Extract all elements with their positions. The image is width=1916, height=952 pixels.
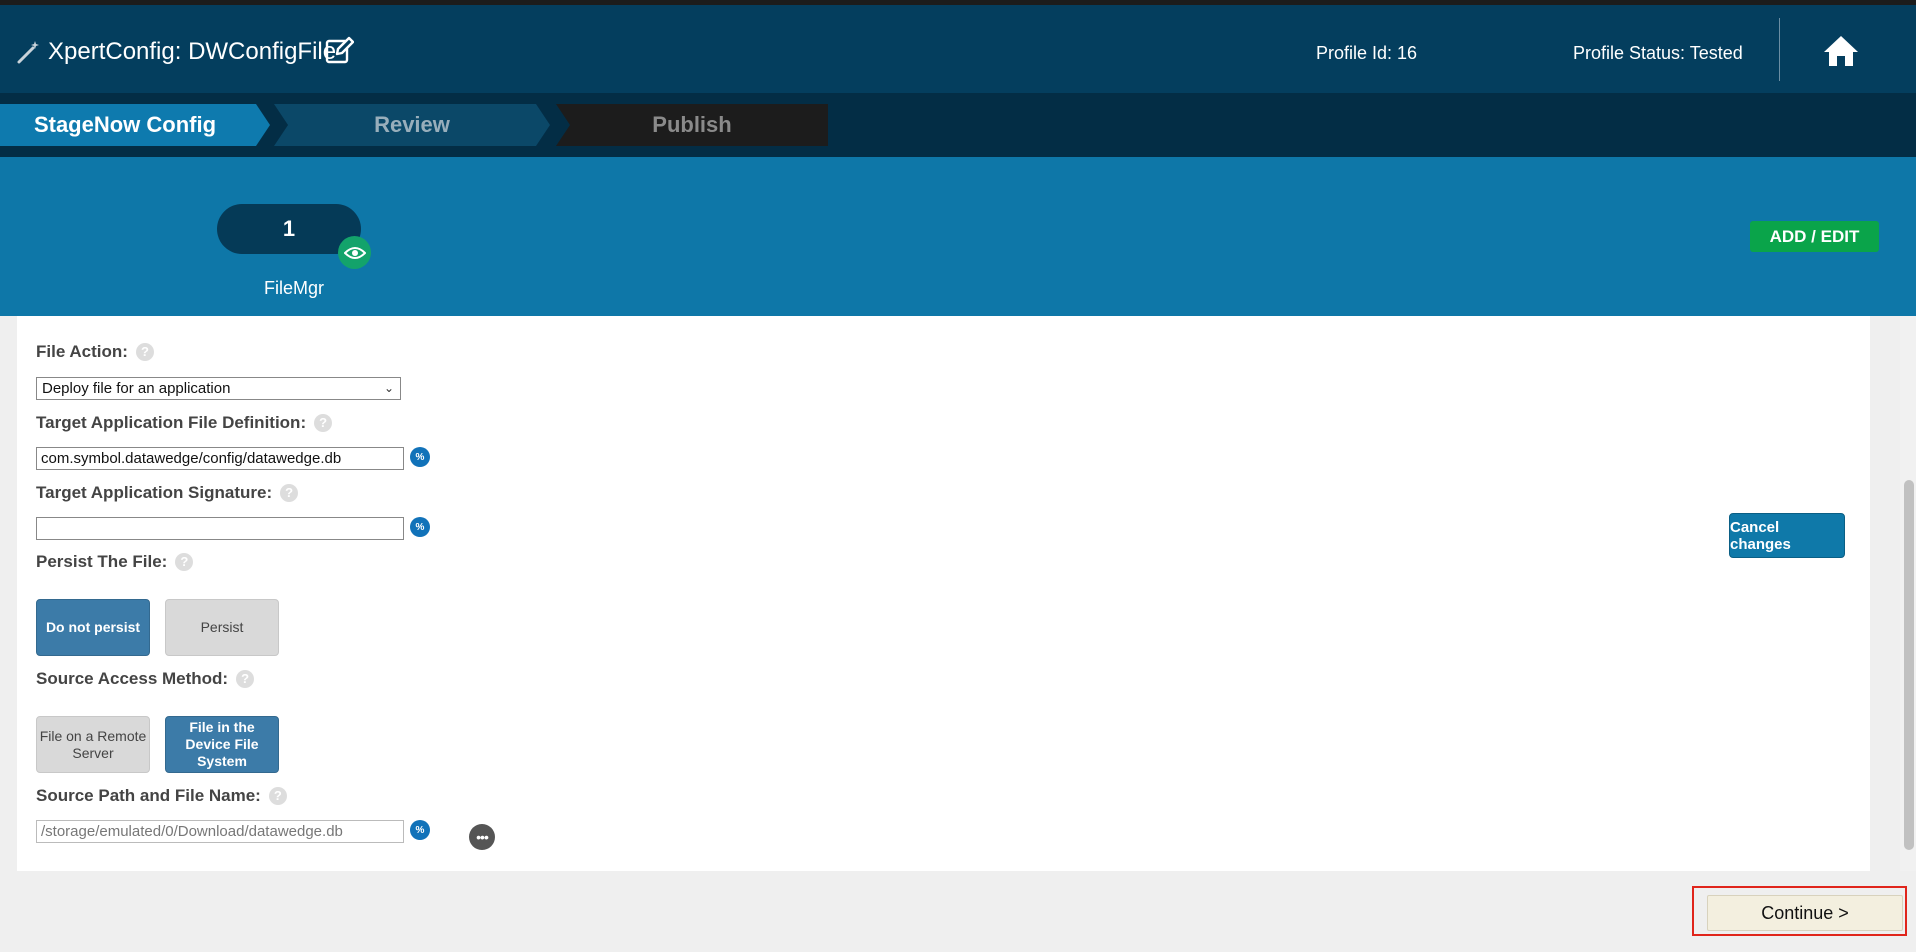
target-signature-input[interactable] <box>36 517 404 540</box>
question-icon[interactable]: ? <box>236 670 255 688</box>
percent-icon[interactable]: % <box>410 447 430 467</box>
remote-server-button[interactable]: File on a Remote Server <box>36 716 150 773</box>
scrollbar-thumb[interactable] <box>1904 480 1914 850</box>
file-action-select[interactable]: Deploy file for an application ⌄ <box>36 377 401 400</box>
target-definition-input[interactable]: com.symbol.datawedge/config/datawedge.db <box>36 447 404 470</box>
persist-button[interactable]: Persist <box>165 599 279 656</box>
file-action-selected: Deploy file for an application <box>42 380 231 397</box>
profile-status: Profile Status: Tested <box>1573 43 1743 63</box>
step-publish[interactable]: Publish <box>556 104 828 146</box>
source-path-label-text: Source Path and File Name: <box>36 786 261 805</box>
step-stagenow-config[interactable]: StageNow Config <box>0 104 270 146</box>
edit-pencil-icon[interactable] <box>324 35 354 65</box>
magic-wand-icon <box>17 41 39 64</box>
profile-id: Profile Id: 16 <box>1316 43 1418 63</box>
question-icon[interactable]: ? <box>175 553 194 571</box>
add-edit-button[interactable]: ADD / EDIT <box>1750 221 1879 252</box>
question-icon[interactable]: ? <box>135 343 154 361</box>
step-review[interactable]: Review <box>274 104 550 146</box>
target-signature-label-text: Target Application Signature: <box>36 483 273 502</box>
continue-button[interactable]: Continue > <box>1707 895 1903 931</box>
wizard-steps: StageNow Config Review Publish <box>0 93 1916 157</box>
source-method-label: Source Access Method: ? <box>36 669 255 689</box>
source-method-label-text: Source Access Method: <box>36 669 229 688</box>
source-path-input[interactable]: /storage/emulated/0/Download/datawedge.d… <box>36 820 404 843</box>
target-definition-label-text: Target Application File Definition: <box>36 413 307 432</box>
target-definition-label: Target Application File Definition: ? <box>36 413 333 433</box>
target-signature-label: Target Application Signature: ? <box>36 483 299 503</box>
device-file-system-button[interactable]: File in the Device File System <box>165 716 279 773</box>
chevron-down-icon: ⌄ <box>383 381 394 395</box>
eye-icon[interactable] <box>338 236 371 269</box>
setting-name: FileMgr <box>264 278 325 298</box>
question-icon[interactable]: ? <box>280 484 299 502</box>
do-not-persist-button[interactable]: Do not persist <box>36 599 150 656</box>
header-divider <box>1779 18 1780 81</box>
home-icon[interactable] <box>1822 33 1860 69</box>
file-action-label: File Action: ? <box>36 342 154 362</box>
file-action-label-text: File Action: <box>36 342 128 361</box>
persist-label: Persist The File: ? <box>36 552 194 572</box>
percent-icon[interactable]: % <box>410 517 430 537</box>
cancel-changes-button[interactable]: Cancel changes <box>1729 513 1845 558</box>
source-path-label: Source Path and File Name: ? <box>36 786 287 806</box>
persist-label-text: Persist The File: <box>36 552 168 571</box>
page-title: XpertConfig: DWConfigFile <box>48 38 337 65</box>
question-icon[interactable]: ? <box>314 414 333 432</box>
question-icon[interactable]: ? <box>268 787 287 805</box>
app-header: XpertConfig: DWConfigFile Profile Id: 16… <box>0 5 1916 93</box>
more-dots-icon[interactable]: ••• <box>469 824 495 850</box>
percent-icon[interactable]: % <box>410 820 430 840</box>
